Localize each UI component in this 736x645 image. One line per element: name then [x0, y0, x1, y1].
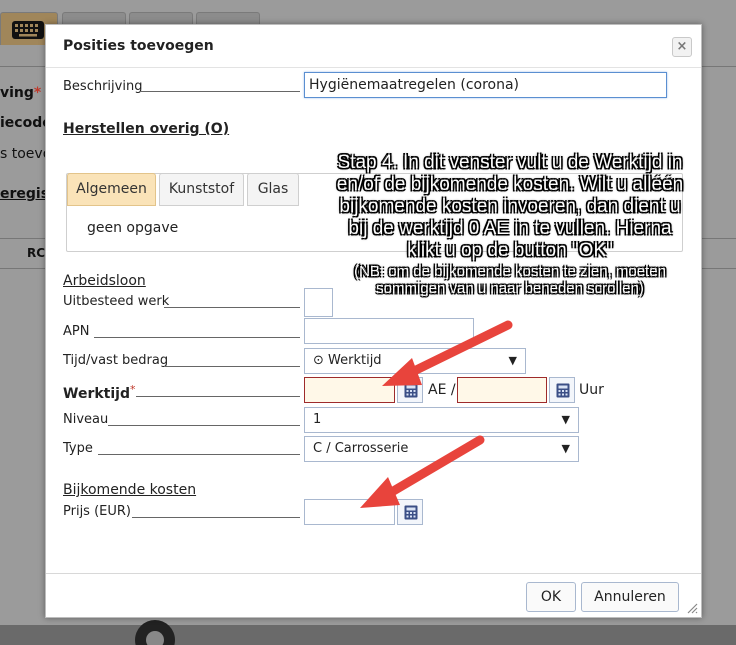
apn-label: APN — [63, 324, 90, 339]
bg-label: s toevo — [0, 146, 52, 162]
tijd-row: Tijd/vast bedrag — [63, 349, 168, 373]
tab-glas[interactable]: Glas — [247, 173, 299, 206]
tutorial-annotation: Stap 4. In dit venster vult u de Werktij… — [330, 152, 690, 297]
calculator-button[interactable] — [549, 377, 575, 403]
bg-label: ving* — [0, 85, 42, 101]
resize-grip-icon[interactable] — [686, 602, 698, 614]
apn-row: APN — [63, 320, 89, 344]
prijs-input[interactable] — [304, 499, 395, 525]
ae-label: AE / — [428, 382, 456, 398]
beschrijving-input[interactable]: Hygiënemaatregelen (corona) — [304, 72, 667, 98]
prijs-row: Prijs (EUR) — [63, 500, 131, 524]
uitbesteed-label: Uitbesteed werk — [63, 294, 170, 309]
annotation-main-text: Stap 4. In dit venster vult u de Werktij… — [336, 152, 684, 261]
dialog-header: Posities toevoegen × — [46, 25, 701, 68]
add-positions-dialog: Posities toevoegen × Beschrijving Hygiën… — [45, 24, 702, 618]
bg-label: iecode — [0, 115, 52, 131]
uitbesteed-row: Uitbesteed werk — [63, 290, 169, 314]
tijd-select[interactable]: ⊙ Werktijd ▼ — [304, 348, 526, 374]
label-leader-line — [132, 517, 300, 518]
prijs-label: Prijs (EUR) — [63, 504, 131, 519]
uur-label: Uur — [579, 382, 604, 398]
label-leader-line — [98, 454, 300, 455]
type-select[interactable]: C / Carrosserie ▼ — [304, 436, 579, 462]
annotation-note-text: (NB: om de bijkomende kosten te zien, mo… — [354, 263, 666, 297]
chevron-down-icon: ▼ — [561, 413, 570, 426]
label-leader-line — [164, 366, 300, 367]
type-select-value: C / Carrosserie — [313, 441, 409, 456]
arbeidsloon-title: Arbeidsloon — [63, 273, 146, 289]
ok-button[interactable]: OK — [526, 582, 576, 612]
label-leader-line — [140, 91, 300, 92]
wheel-icon — [135, 620, 175, 645]
dialog-footer-divider — [46, 573, 701, 574]
type-row: Type — [63, 437, 93, 461]
apn-input[interactable] — [304, 318, 474, 344]
tab-algemeen[interactable]: Algemeen — [67, 173, 156, 206]
keyboard-icon — [12, 21, 44, 39]
label-leader-line — [94, 337, 300, 338]
werktijd-uur-input[interactable] — [457, 377, 547, 403]
werktijd-row: Werktijd* — [63, 378, 135, 402]
dialog-title: Posities toevoegen — [63, 38, 214, 54]
tab-kunststof[interactable]: Kunststof — [159, 173, 244, 206]
close-icon[interactable]: × — [672, 37, 692, 57]
required-marker: * — [129, 383, 136, 396]
label-leader-line — [136, 396, 300, 397]
niveau-label: Niveau — [63, 412, 109, 427]
label-leader-line — [164, 307, 300, 308]
label-leader-line — [108, 425, 300, 426]
chevron-down-icon: ▼ — [561, 442, 570, 455]
werktijd-ae-input[interactable] — [304, 377, 395, 403]
werktijd-label: Werktijd — [63, 386, 130, 403]
annuleren-button[interactable]: Annuleren — [581, 582, 679, 612]
chevron-down-icon: ▼ — [508, 354, 517, 367]
type-label: Type — [63, 441, 93, 456]
calculator-icon — [404, 383, 418, 398]
tijd-select-value: ⊙ Werktijd — [313, 353, 382, 368]
niveau-select[interactable]: 1 ▼ — [304, 407, 579, 433]
niveau-select-value: 1 — [313, 412, 322, 427]
calculator-button[interactable] — [397, 499, 423, 525]
bijkomende-kosten-title: Bijkomende kosten — [63, 482, 197, 498]
beschrijving-row: Beschrijving — [63, 75, 142, 99]
herstellen-overig-link[interactable]: Herstellen overig (O) — [63, 121, 229, 137]
bg-footer — [0, 625, 736, 645]
bg-label: RC — [27, 246, 46, 260]
calculator-button[interactable] — [397, 377, 423, 403]
uitbesteed-checkbox[interactable] — [304, 288, 333, 317]
calculator-icon — [404, 505, 418, 520]
beschrijving-label: Beschrijving — [63, 79, 143, 94]
tab-content-text: geen opgave — [87, 220, 179, 236]
calculator-icon — [556, 383, 570, 398]
tijd-label: Tijd/vast bedrag — [63, 353, 169, 368]
niveau-row: Niveau — [63, 408, 108, 432]
